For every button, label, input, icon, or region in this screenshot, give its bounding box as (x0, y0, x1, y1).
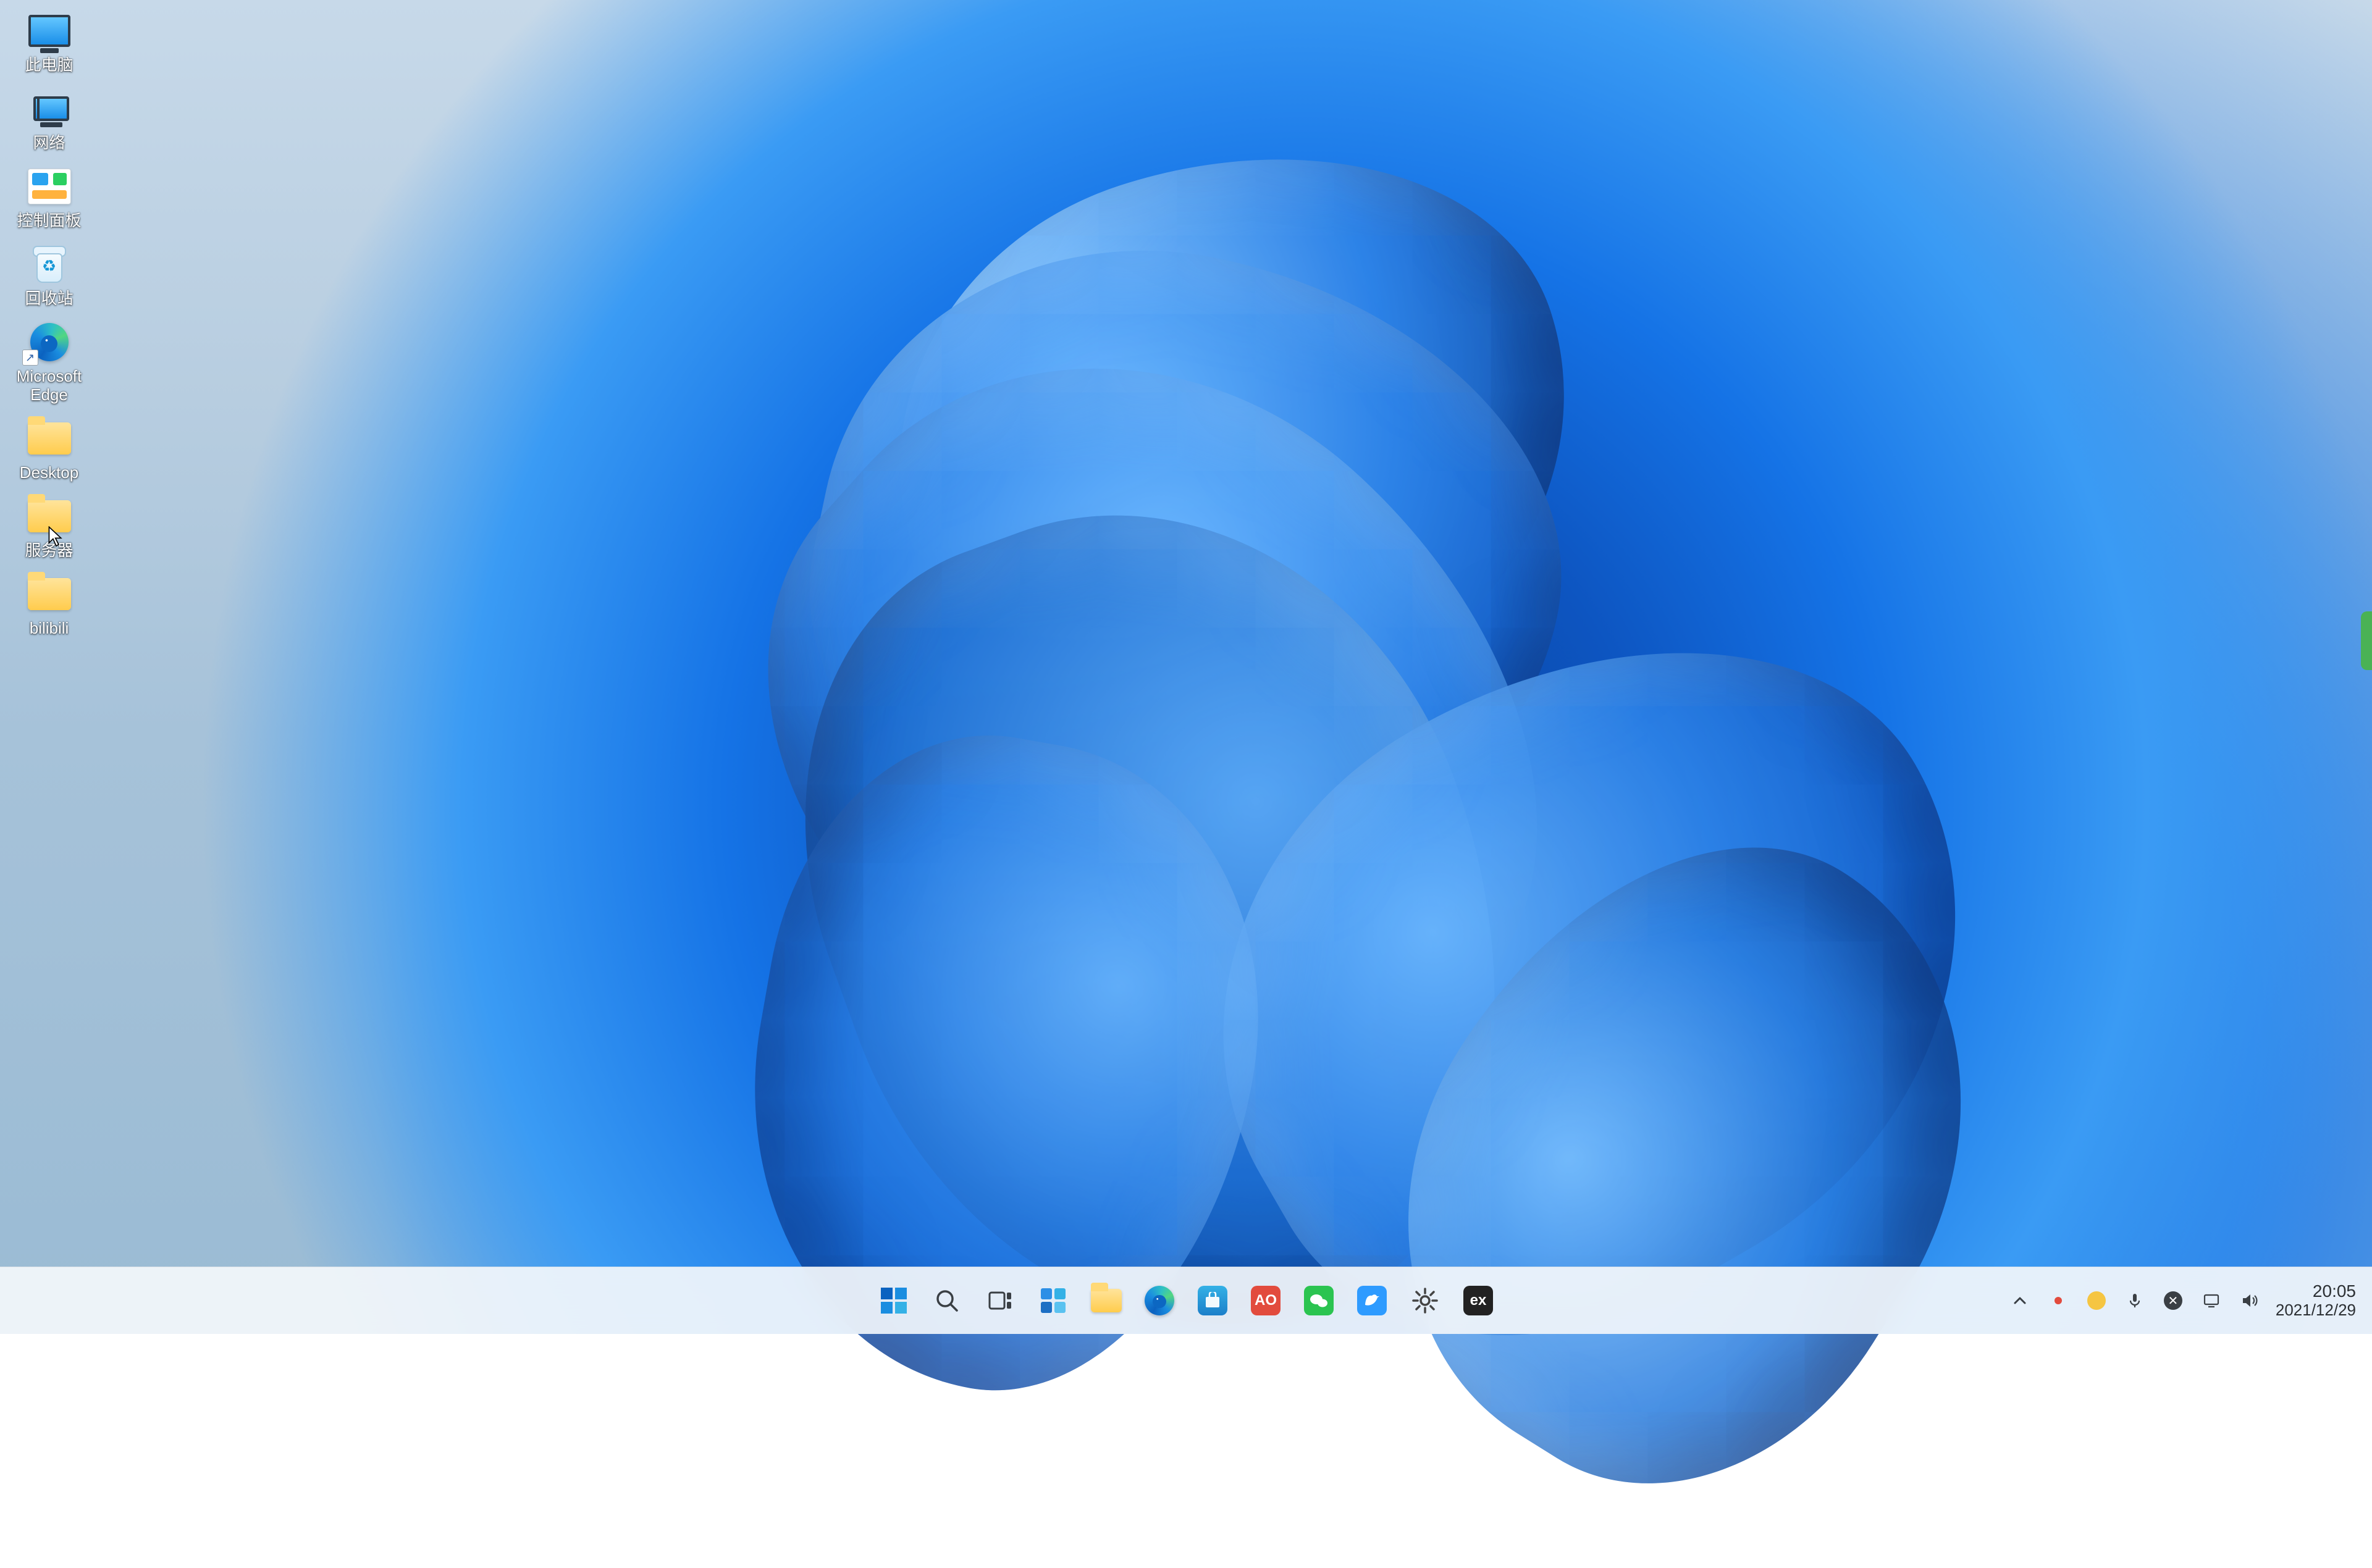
wechat-button[interactable] (1297, 1278, 1341, 1323)
app-red-button[interactable]: AO (1243, 1278, 1288, 1323)
status-dot-icon (2054, 1297, 2062, 1304)
microsoft-store-button[interactable] (1190, 1278, 1235, 1323)
task-view-icon (986, 1287, 1014, 1314)
widgets-button[interactable] (1031, 1278, 1075, 1323)
taskbar: AO (0, 1267, 2372, 1334)
taskbar-clock[interactable]: 20:05 2021/12/29 (2276, 1282, 2361, 1319)
dev-app-button[interactable]: ex (1456, 1278, 1500, 1323)
windows-logo-icon (880, 1286, 908, 1315)
chevron-up-icon (2012, 1293, 2028, 1309)
desktop-icon-server-folder[interactable]: 服务器 (7, 492, 91, 561)
desktop-icon-network[interactable]: 网络 (7, 84, 91, 153)
tray-status-dot[interactable] (2046, 1288, 2071, 1313)
desktop-icon-recycle-bin[interactable]: ♻ 回收站 (7, 240, 91, 309)
wallpaper-bloom (469, 111, 2076, 1285)
side-panel-handle[interactable] (2361, 611, 2372, 670)
desktop-icon-label: 服务器 (25, 541, 73, 560)
folder-icon (25, 417, 74, 459)
desktop-icons: 此电脑 网络 控制面板 ♻ 回收站 ↗ Microsoft Edge (7, 6, 91, 639)
red-app-icon: AO (1251, 1286, 1281, 1315)
desktop-icon-label: 网络 (33, 133, 65, 152)
bird-icon (1357, 1286, 1387, 1315)
desktop-icon-edge[interactable]: ↗ Microsoft Edge (7, 317, 91, 405)
desktop-icon-label: Desktop (20, 463, 78, 482)
yellow-circle-icon (2087, 1291, 2106, 1310)
tray-close-app[interactable]: ✕ (2161, 1288, 2185, 1313)
settings-button[interactable] (1403, 1278, 1447, 1323)
taskbar-center: AO (872, 1278, 1500, 1323)
tray-overflow-button[interactable] (2008, 1288, 2032, 1313)
desktop-wallpaper[interactable]: 此电脑 网络 控制面板 ♻ 回收站 ↗ Microsoft Edge (0, 0, 2372, 1334)
file-explorer-button[interactable] (1084, 1278, 1129, 1323)
wechat-icon (1304, 1286, 1334, 1315)
gear-icon (1411, 1286, 1439, 1315)
desktop-icon-label: bilibili (30, 619, 69, 637)
desktop-icon-bilibili-folder[interactable]: bilibili (7, 569, 91, 639)
folder-icon (1091, 1289, 1122, 1312)
edge-icon: ↗ (25, 321, 74, 363)
edge-icon (1145, 1286, 1174, 1315)
tray-app-yellow[interactable] (2084, 1288, 2109, 1313)
close-circle-icon: ✕ (2164, 1291, 2182, 1310)
task-view-button[interactable] (978, 1278, 1022, 1323)
system-tray: ✕ 20:05 2021/12/29 (2008, 1267, 2361, 1334)
bird-app-button[interactable] (1350, 1278, 1394, 1323)
search-button[interactable] (925, 1278, 969, 1323)
desktop-icon-label: Microsoft Edge (9, 367, 90, 404)
desktop-icon-this-pc[interactable]: 此电脑 (7, 6, 91, 75)
desktop-icon-label: 控制面板 (17, 211, 81, 230)
start-button[interactable] (872, 1278, 916, 1323)
tray-volume[interactable] (2237, 1288, 2262, 1313)
desktop-icon-desktop-folder[interactable]: Desktop (7, 414, 91, 483)
desktop-icon-control-panel[interactable]: 控制面板 (7, 162, 91, 231)
clock-date: 2021/12/29 (2276, 1301, 2356, 1319)
shortcut-overlay-icon: ↗ (22, 350, 38, 366)
pc-icon (25, 10, 74, 52)
dev-app-icon: ex (1463, 1286, 1493, 1315)
desktop-icon-label: 回收站 (25, 289, 73, 308)
search-icon (933, 1287, 961, 1314)
microphone-icon (2126, 1292, 2143, 1309)
widgets-icon (1039, 1286, 1067, 1315)
folder-icon (25, 495, 74, 537)
network-monitor-icon (2202, 1291, 2221, 1310)
tray-microphone[interactable] (2122, 1288, 2147, 1313)
edge-button[interactable] (1137, 1278, 1182, 1323)
tray-network[interactable] (2199, 1288, 2224, 1313)
clock-time: 20:05 (2276, 1282, 2356, 1301)
speaker-icon (2240, 1291, 2259, 1310)
recycle-bin-icon: ♻ (25, 243, 74, 285)
desktop-icon-label: 此电脑 (25, 56, 73, 74)
store-icon (1198, 1286, 1227, 1315)
network-icon (25, 88, 74, 130)
control-panel-icon (25, 166, 74, 208)
folder-icon (25, 573, 74, 615)
